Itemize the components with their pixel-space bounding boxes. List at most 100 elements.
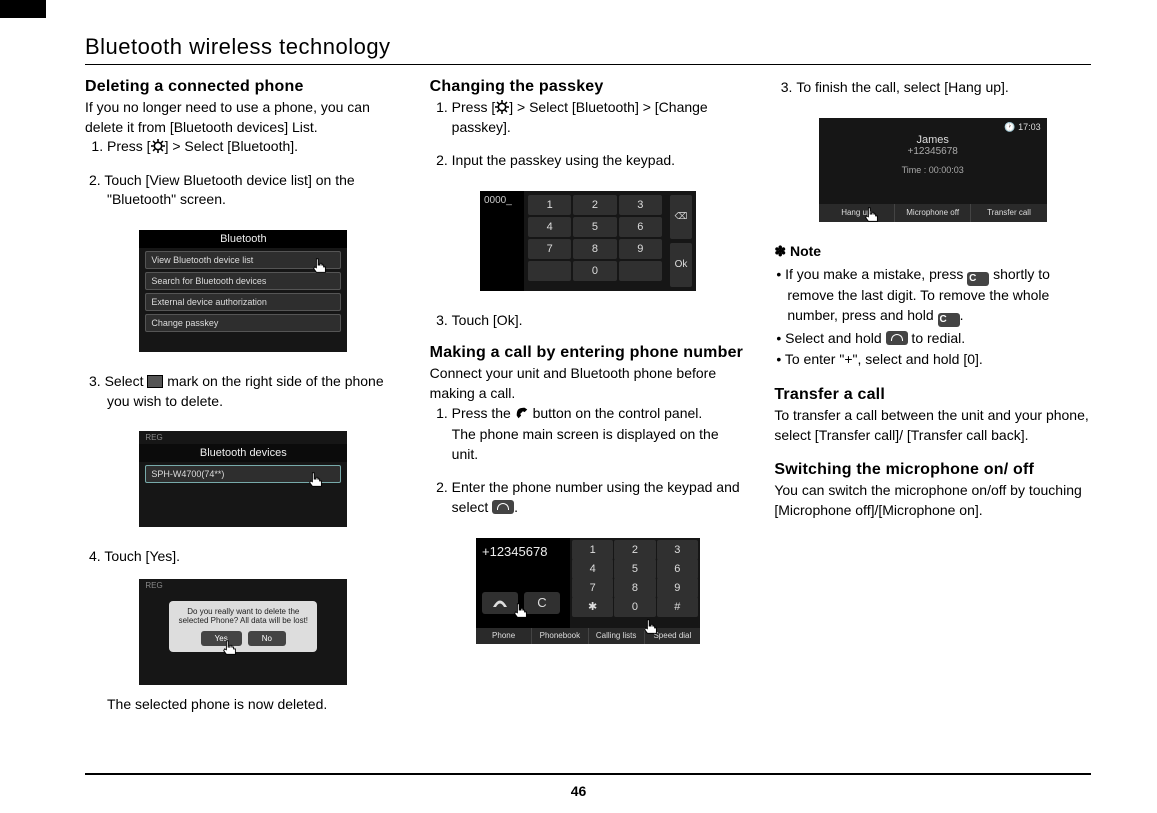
note-2-b: to redial. xyxy=(908,330,966,346)
dial-key-3[interactable]: 3 xyxy=(657,540,698,560)
ss3-yes-button[interactable]: Yes xyxy=(201,631,242,646)
keypad-ok-button[interactable]: Ok xyxy=(670,243,692,287)
heading-changing-passkey: Changing the passkey xyxy=(430,78,747,96)
delete-step-3: 3. Select mark on the right side of the … xyxy=(85,372,402,411)
dial-key-9[interactable]: 9 xyxy=(657,578,698,598)
dial-key-5[interactable]: 5 xyxy=(614,559,655,579)
makecall-step-1-a: Press the xyxy=(452,405,515,421)
dial-key-4[interactable]: 4 xyxy=(572,559,613,579)
makecall-step-1-b: button on the control panel. xyxy=(529,405,703,421)
dial-key-0[interactable]: 0 xyxy=(614,597,655,617)
finish-call-step-3: To finish the call, select [Hang up]. xyxy=(796,78,1091,98)
dial-tab-calling-lists[interactable]: Calling lists xyxy=(589,628,645,644)
dial-key-8[interactable]: 8 xyxy=(614,578,655,598)
phone-mark-icon xyxy=(147,375,163,388)
dial-key-1[interactable]: 1 xyxy=(572,540,613,560)
ss1-row-auth[interactable]: External device authorization xyxy=(145,293,341,311)
keypad-key-0[interactable]: 0 xyxy=(573,261,616,281)
gear-icon xyxy=(495,100,509,114)
ss-call-btn-hangup[interactable]: Hang up xyxy=(819,204,895,222)
ss3-status-bar: REG xyxy=(139,579,347,592)
ss2-header: Bluetooth devices xyxy=(139,444,347,462)
pointer-hand-icon xyxy=(311,257,329,275)
keypad-key-1[interactable]: 1 xyxy=(528,195,571,215)
page-number: 46 xyxy=(0,783,1157,799)
delete-step-1-text-a: Press [ xyxy=(107,138,151,154)
pointer-hand-icon xyxy=(642,618,660,636)
makecall-intro: Connect your unit and Bluetooth phone be… xyxy=(430,364,747,403)
ss2-status-bar: REG xyxy=(139,431,347,444)
ss1-header: Bluetooth xyxy=(139,230,347,248)
keypad-key-8[interactable]: 8 xyxy=(573,239,616,259)
dial-key-2[interactable]: 2 xyxy=(614,540,655,560)
dial-key-star[interactable]: ✱ xyxy=(572,597,613,617)
note-1-c: . xyxy=(960,307,964,323)
note-list: • If you make a mistake, press C shortly… xyxy=(774,265,1091,370)
note-heading: ✽ Note xyxy=(774,242,1091,262)
heading-making-call: Making a call by entering phone number xyxy=(430,344,747,362)
keypad-key-6[interactable]: 6 xyxy=(619,217,662,237)
note-1: • If you make a mistake, press C shortly… xyxy=(774,265,1091,327)
ss-call-number: +12345678 xyxy=(819,146,1047,157)
dial-key-6[interactable]: 6 xyxy=(657,559,698,579)
column-2: Changing the passkey Press [] > Select [… xyxy=(430,78,747,720)
title-rule xyxy=(85,64,1091,65)
page-title: Bluetooth wireless technology xyxy=(85,34,391,60)
keypad-key-3[interactable]: 3 xyxy=(619,195,662,215)
delete-step-4: 4. Touch [Yes]. xyxy=(85,547,402,567)
gear-icon xyxy=(151,139,165,153)
note-1-a: • If you make a mistake, press xyxy=(776,266,967,282)
delete-step-1: Press [ ] > Select [Bluetooth]. xyxy=(107,137,402,157)
call-button-icon xyxy=(886,331,908,345)
passkey-step-2: Input the passkey using the keypad. xyxy=(452,151,747,171)
makecall-step-2: Enter the phone number using the keypad … xyxy=(452,478,747,517)
keypad-key-blank xyxy=(619,261,662,281)
ss-call-time: Time : 00:00:03 xyxy=(819,165,1047,175)
ss3-message: Do you really want to delete the selecte… xyxy=(175,607,311,625)
keypad-key-9[interactable]: 9 xyxy=(619,239,662,259)
dial-tab-phonebook[interactable]: Phonebook xyxy=(532,628,588,644)
transfer-body: To transfer a call between the unit and … xyxy=(774,406,1091,445)
passkey-step-1-a: Press [ xyxy=(452,99,496,115)
dial-key-hash[interactable]: # xyxy=(657,597,698,617)
delete-result-text: The selected phone is now deleted. xyxy=(107,695,402,715)
screenshot-bluetooth-menu: Bluetooth View Bluetooth device list Sea… xyxy=(133,224,353,358)
ss1-row-passkey[interactable]: Change passkey xyxy=(145,314,341,332)
keypad-key-blank xyxy=(528,261,571,281)
keypad-key-7[interactable]: 7 xyxy=(528,239,571,259)
screenshot-device-list: REG Bluetooth devices SPH-W4700(74**) xyxy=(133,425,353,533)
ss-call-btn-micoff[interactable]: Microphone off xyxy=(895,204,971,222)
bottom-rule xyxy=(85,773,1091,775)
dial-tab-phone[interactable]: Phone xyxy=(476,628,532,644)
delete-step-3-a: 3. Select xyxy=(89,373,147,389)
pointer-hand-icon xyxy=(512,602,530,620)
keypad-grid: 123 456 789 0 xyxy=(524,191,666,291)
heading-deleting-phone: Deleting a connected phone xyxy=(85,78,402,96)
keypad-backspace[interactable]: ⌫ xyxy=(670,195,692,239)
screenshot-passkey-keypad: 0000_ 123 456 789 0 ⌫ Ok xyxy=(474,185,702,297)
ss-keypad-display: 0000_ xyxy=(480,191,524,291)
heading-transfer-call: Transfer a call xyxy=(774,386,1091,404)
passkey-step-1: Press [] > Select [Bluetooth] > [Change … xyxy=(452,98,747,137)
page-corner-tab xyxy=(0,0,46,18)
ss-call-btn-transfer[interactable]: Transfer call xyxy=(971,204,1046,222)
keypad-key-2[interactable]: 2 xyxy=(573,195,616,215)
pointer-hand-icon xyxy=(307,471,325,489)
makecall-step-1: Press the button on the control panel. T… xyxy=(452,404,747,465)
clear-c-icon: C xyxy=(967,272,989,286)
dial-key-7[interactable]: 7 xyxy=(572,578,613,598)
call-button-icon xyxy=(492,500,514,514)
ss3-no-button[interactable]: No xyxy=(248,631,286,646)
delete-step-1-text-b: ] > Select [Bluetooth]. xyxy=(165,138,298,154)
note-3: • To enter "+", select and hold [0]. xyxy=(774,350,1091,370)
pointer-hand-icon xyxy=(221,639,239,657)
keypad-key-5[interactable]: 5 xyxy=(573,217,616,237)
pointer-hand-icon xyxy=(863,206,881,224)
screenshot-in-call: 🕐 17:03 James +12345678 Time : 00:00:03 … xyxy=(813,112,1053,228)
keypad-key-4[interactable]: 4 xyxy=(528,217,571,237)
note-2: • Select and hold to redial. xyxy=(774,329,1091,349)
mic-body: You can switch the microphone on/off by … xyxy=(774,481,1091,520)
screenshot-confirm-delete: REG Do you really want to delete the sel… xyxy=(133,573,353,691)
ss3-dialog: Do you really want to delete the selecte… xyxy=(169,601,317,652)
screenshot-dialer: +12345678 123 456 789 ✱0# C Phone Phoneb… xyxy=(470,532,706,650)
